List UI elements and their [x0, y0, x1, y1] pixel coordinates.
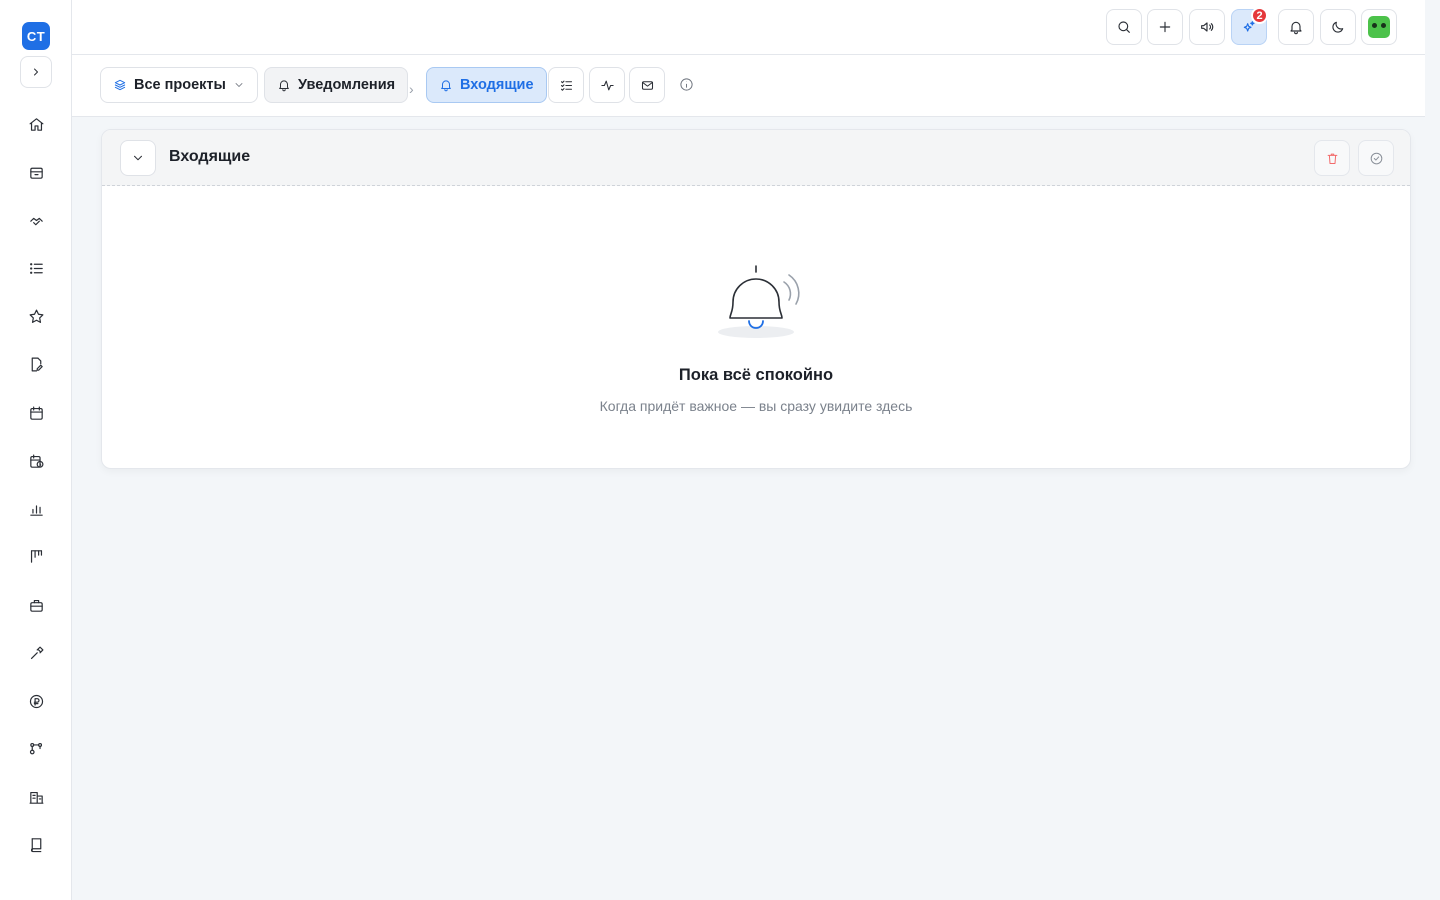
- mark-all-read-button[interactable]: [1358, 140, 1394, 176]
- mail-view-button[interactable]: [629, 67, 665, 103]
- document-edit-icon: [31, 357, 43, 371]
- expand-sidebar-button[interactable]: [20, 56, 52, 88]
- bar-chart-icon: [29, 504, 43, 516]
- sidebar-item-home[interactable]: [20, 108, 52, 140]
- speaker-icon: [1201, 22, 1214, 32]
- card-header: Входящие: [102, 130, 1410, 186]
- theme-toggle-button[interactable]: [1320, 9, 1356, 45]
- sidebar-item-tools[interactable]: [20, 637, 52, 669]
- sidebar-item-calendar[interactable]: [20, 397, 52, 429]
- trash-icon: [1327, 153, 1337, 164]
- app-logo[interactable]: CT: [22, 22, 50, 50]
- sidebar-item-inbox[interactable]: [20, 156, 52, 188]
- sidebar-item-documents[interactable]: [20, 348, 52, 380]
- breadcrumb-toolbar: Все проекты Уведомления › Входящие: [72, 55, 1425, 117]
- info-icon[interactable]: [678, 76, 694, 92]
- workflow-icon: [29, 742, 42, 754]
- sidebar-item-workflows[interactable]: [20, 732, 52, 764]
- plus-icon: [1159, 21, 1171, 33]
- activity-icon: [600, 80, 614, 90]
- activity-view-button[interactable]: [589, 67, 625, 103]
- book-icon: [30, 837, 41, 852]
- announcements-button[interactable]: [1189, 9, 1225, 45]
- card-title: Входящие: [169, 148, 251, 165]
- sidebar-item-favorites[interactable]: [20, 300, 52, 332]
- calendar-clock-icon: [29, 454, 43, 468]
- layers-icon: [114, 79, 126, 91]
- building-icon: [29, 791, 43, 804]
- home-icon: [29, 117, 43, 131]
- moon-icon: [1332, 21, 1344, 33]
- add-button[interactable]: [1147, 9, 1183, 45]
- kanban-icon: [30, 549, 42, 563]
- search-icon: [1118, 21, 1130, 33]
- user-avatar[interactable]: [1361, 9, 1397, 45]
- sidebar-item-schedule[interactable]: [20, 445, 52, 477]
- tasks-view-button[interactable]: [548, 67, 584, 103]
- projects-dropdown[interactable]: Все проекты: [100, 67, 258, 103]
- sidebar-item-boards[interactable]: [20, 540, 52, 572]
- briefcase-icon: [29, 599, 43, 612]
- check-circle-icon: [1370, 152, 1382, 164]
- bell-icon: [441, 80, 451, 92]
- chevron-down-icon: [235, 83, 243, 87]
- notification-count-badge: 2: [1251, 7, 1268, 24]
- breadcrumb-notifications-label: Уведомления: [298, 77, 396, 93]
- sidebar-item-knowledge[interactable]: [20, 828, 52, 860]
- sidebar-item-analytics[interactable]: [20, 493, 52, 525]
- top-header: 2: [72, 0, 1425, 55]
- breadcrumb-separator: ›: [409, 81, 414, 97]
- mail-icon: [641, 80, 653, 90]
- star-icon: [29, 309, 43, 323]
- bell-icon: [279, 80, 289, 92]
- sidebar-item-list[interactable]: [20, 252, 52, 284]
- collapse-button[interactable]: [120, 140, 156, 176]
- empty-state-title: Пока всё спокойно: [678, 366, 834, 384]
- search-button[interactable]: [1106, 9, 1142, 45]
- sidebar-item-deals[interactable]: [20, 204, 52, 236]
- ai-assistant-button[interactable]: 2: [1231, 7, 1268, 45]
- checklist-icon: [560, 80, 572, 91]
- chevron-down-icon: [133, 155, 143, 161]
- inbox-card: Входящие Пока всё спокойно Когда придёт …: [101, 129, 1411, 469]
- avatar-image: [1368, 16, 1390, 38]
- handshake-icon: [29, 217, 43, 225]
- sidebar-item-finance[interactable]: [20, 685, 52, 717]
- sidebar: CT: [0, 0, 72, 900]
- breadcrumb-inbox-label: Входящие: [460, 77, 534, 93]
- inbox-icon: [29, 167, 43, 179]
- list-icon: [29, 262, 43, 274]
- calendar-icon: [29, 406, 43, 420]
- chevron-right-icon: [34, 68, 38, 76]
- breadcrumb-notifications[interactable]: Уведомления: [264, 67, 409, 103]
- notifications-button[interactable]: [1278, 9, 1314, 45]
- bell-icon: [1290, 21, 1302, 35]
- delete-all-button[interactable]: [1314, 140, 1350, 176]
- tools-icon: [30, 646, 43, 659]
- sidebar-item-portfolio[interactable]: [20, 589, 52, 621]
- sidebar-item-company[interactable]: [20, 781, 52, 813]
- ruble-icon: [29, 694, 43, 708]
- breadcrumb-inbox[interactable]: Входящие: [426, 67, 547, 103]
- empty-state-subtitle: Когда придёт важное — вы сразу увидите з…: [599, 398, 913, 414]
- projects-dropdown-label: Все проекты: [134, 77, 226, 93]
- info-circle-icon: [679, 77, 693, 91]
- empty-bell-illustration: [718, 265, 800, 338]
